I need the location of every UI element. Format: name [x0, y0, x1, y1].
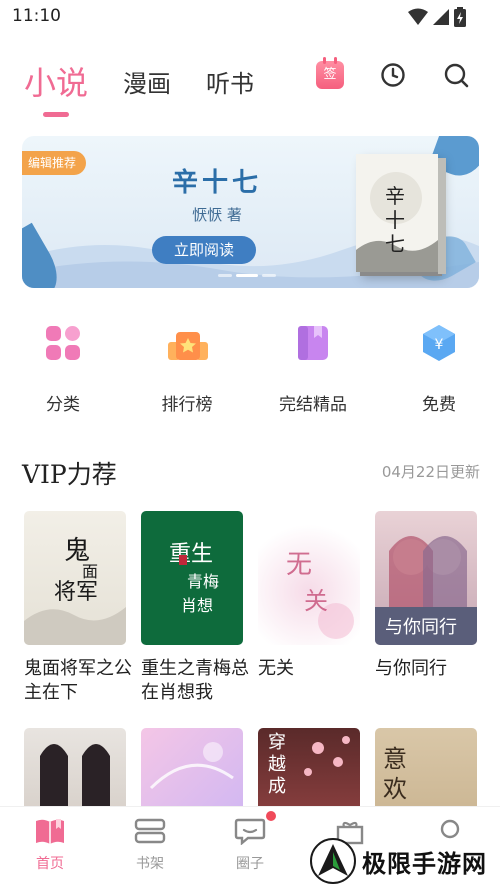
svg-text:肖想: 肖想 [181, 596, 213, 615]
nav-home[interactable]: 首页 [10, 817, 90, 873]
cover-calligraphy-decoration: 重生 青梅 肖想 [169, 542, 219, 615]
banner-book-cover: 辛十七 [356, 154, 446, 274]
category-label: 完结精品 [279, 395, 347, 415]
tab-active-indicator [43, 112, 69, 117]
book-title: 与你同行 [375, 658, 447, 679]
banner-cover-title: 辛十七 [385, 184, 405, 256]
book-card[interactable]: 与你同行 与你同行 [375, 511, 477, 681]
category-label: 分类 [46, 395, 80, 415]
section-title: VIP力荐 [22, 460, 117, 489]
cover-ink-decoration: 鬼 面 将军 [24, 536, 126, 645]
cover-illustration [40, 744, 110, 808]
book-card[interactable]: 鬼 面 将军 鬼面将军之公主在下 [24, 511, 132, 705]
status-time: 11:10 [12, 6, 61, 26]
signin-icon[interactable]: 签 [316, 57, 344, 89]
featured-banner[interactable]: 编辑推荐 辛十七 恹恹 著 立即阅读 辛十七 [22, 136, 479, 288]
status-bar: 11:10 [0, 0, 500, 34]
book-card[interactable]: 无 关 无关 [258, 511, 360, 681]
wifi-icon [408, 8, 428, 25]
banner-pagination [218, 274, 276, 277]
watermark-text: 极限手游网 [362, 849, 487, 878]
chat-bubble-icon [234, 811, 276, 846]
cover-title-decoration [149, 742, 234, 790]
book-card[interactable]: 重生 青梅 肖想 重生之青梅总在肖想我 [141, 511, 249, 705]
book-title: 鬼面将军之公主在下 [24, 658, 132, 703]
battery-icon [454, 7, 466, 27]
book-title: 重生之青梅总在肖想我 [141, 658, 249, 703]
status-icons [408, 7, 466, 27]
tab-comic[interactable]: 漫画 [123, 64, 171, 99]
site-watermark: 极限手游网 [310, 838, 487, 884]
home-book-icon [34, 817, 66, 845]
book-cover: 与你同行 [375, 511, 477, 645]
banner-dot[interactable] [262, 274, 276, 277]
category-label: 排行榜 [161, 395, 213, 415]
banner-dot-active[interactable] [236, 274, 258, 277]
banner-book-author: 恹恹 著 [192, 206, 242, 224]
read-now-button[interactable]: 立即阅读 [152, 236, 256, 264]
book-cover: 鬼 面 将军 [24, 511, 126, 645]
nav-label: 首页 [36, 856, 64, 872]
category-completed[interactable]: 完结精品 [258, 318, 368, 415]
signal-icon [433, 9, 449, 25]
nav-label: 圈子 [236, 856, 264, 872]
free-coin-icon: ¥ [420, 324, 458, 362]
tab-audiobook[interactable]: 听书 [206, 64, 254, 99]
nav-label: 书架 [136, 856, 164, 872]
book-title: 无关 [258, 658, 294, 679]
svg-text:与你同行: 与你同行 [385, 617, 457, 638]
cover-title-text: 穿越成 [268, 732, 286, 797]
nav-community[interactable]: 圈子 [210, 811, 290, 873]
banner-book-title: 辛十七 [171, 168, 262, 198]
svg-text:无: 无 [286, 550, 312, 580]
svg-text:关: 关 [304, 587, 328, 615]
bookmark-book-icon [294, 324, 332, 362]
book-cover: 重生 青梅 肖想 [141, 511, 243, 645]
cover-illustration: 与你同行 [375, 536, 477, 645]
book-spine [438, 158, 446, 274]
svg-text:将军: 将军 [54, 580, 98, 605]
grid-icon [44, 324, 82, 362]
watermark-logo-icon [310, 838, 356, 884]
cover-title-decoration: 无 关 [286, 550, 354, 639]
nav-bookshelf[interactable]: 书架 [110, 817, 190, 873]
section-update-date: 04月22日更新 [381, 463, 480, 481]
banner-dot[interactable] [218, 274, 232, 277]
top-tab-bar: 小说 漫画 听书 签 [0, 50, 500, 120]
category-free[interactable]: ¥ 免费 [384, 318, 494, 415]
category-row: 分类 排行榜 完结精品 ¥ 免费 [0, 318, 500, 418]
search-icon[interactable] [443, 62, 469, 88]
cover-title-text: 意欢 [383, 745, 407, 803]
category-ranking[interactable]: 排行榜 [132, 318, 242, 415]
svg-text:重生: 重生 [169, 542, 213, 567]
category-classification[interactable]: 分类 [8, 318, 118, 415]
category-label: 免费 [422, 395, 456, 415]
svg-text:¥: ¥ [435, 337, 444, 353]
svg-text:青梅: 青梅 [187, 572, 219, 591]
editor-pick-tag: 编辑推荐 [22, 151, 87, 175]
tab-novel[interactable]: 小说 [24, 58, 88, 104]
bookshelf-icon [134, 817, 166, 845]
ranking-icon [168, 324, 208, 362]
book-cover: 无 关 [258, 511, 360, 645]
history-icon[interactable] [380, 62, 406, 88]
svg-text:面: 面 [82, 562, 98, 581]
notification-badge [266, 811, 276, 821]
